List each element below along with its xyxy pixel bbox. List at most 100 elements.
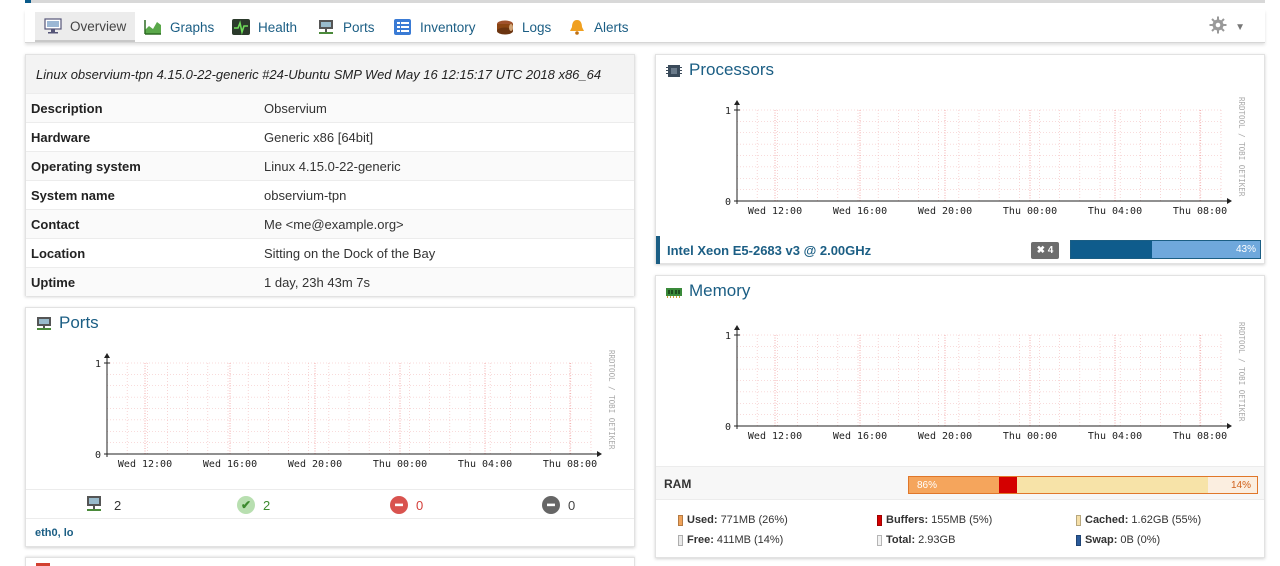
next-panel-stub [25, 557, 635, 566]
ports-up-count: 2 [263, 497, 271, 513]
x-tick-label: Thu 08:00 [1173, 206, 1227, 217]
y-tick-label: 1 [95, 359, 101, 370]
y-tick-label: 1 [725, 106, 731, 117]
legend-key: Swap: [1085, 534, 1118, 546]
legend-key: Cached: [1085, 514, 1129, 526]
axis-arrow [597, 451, 602, 457]
axis-arrow [734, 325, 740, 330]
ports-graph-svg: 1 0 Wed 12:00 Wed 16:00 Wed 20:00 Thu 00:00 Th… [95, 350, 616, 470]
overview-row: System name observium-tpn [26, 180, 634, 209]
y-tick-label: 0 [725, 197, 731, 208]
ports-up[interactable]: ✔ 2 [237, 496, 270, 514]
memory-graph[interactable]: 1 0 Wed 12:00 Wed 16:00 Wed 20:00 Thu 00:00 Th… [691, 320, 1251, 455]
settings-menu[interactable]: ▼ [1209, 16, 1245, 39]
ports-traffic-graph[interactable]: 1 0 Wed 12:00 Wed 16:00 Wed 20:00 Thu 00:00 Th… [61, 348, 621, 483]
x-tick-label: Wed 16:00 [833, 431, 887, 442]
ports-panel: Ports 1 0 Wed 12:00 Wed 16:00 Wed 20:00 Thu 0… [25, 307, 635, 547]
device-navbar: Overview Graphs Health Ports Inventory L… [25, 10, 1265, 43]
tab-ports[interactable]: Ports [308, 12, 384, 42]
processor-usage-label: 43% [1235, 244, 1256, 255]
disabled-circle-icon: ━ [542, 496, 560, 514]
legend-swatch [1076, 514, 1081, 526]
tab-alerts[interactable]: Alerts [559, 12, 638, 42]
processor-usage-bar: 43% [1070, 240, 1261, 259]
ports-list-link[interactable]: eth0, lo [35, 527, 74, 539]
ram-segment-cached [1016, 477, 1209, 493]
ports-down-count: 0 [416, 497, 424, 513]
legend-key: Buffers: [886, 514, 929, 526]
x-tick-label: Thu 00:00 [373, 459, 427, 470]
legend-swatch [678, 534, 683, 546]
processor-row[interactable]: Intel Xeon E5-2683 v3 @ 2.00GHz ✖ 4 43% [656, 236, 1264, 264]
x-tick-label: Wed 12:00 [118, 459, 172, 470]
overview-row: Hardware Generic x86 [64bit] [26, 122, 634, 151]
processors-title[interactable]: Processors [656, 55, 1264, 85]
top-divider [25, 0, 1265, 3]
memory-legend-item: Used: 771MB (26%) [678, 514, 788, 526]
pulse-icon [232, 19, 250, 35]
tab-logs[interactable]: Logs [487, 12, 560, 42]
legend-value: 0B (0%) [1120, 534, 1161, 546]
x-tick-label: Thu 04:00 [1088, 206, 1142, 217]
bell-icon [568, 19, 586, 35]
list-icon [394, 19, 412, 35]
legend-swatch [1076, 534, 1081, 546]
ports-total[interactable]: 2 [86, 496, 121, 515]
overview-row-key: Description [31, 100, 103, 116]
tab-inventory[interactable]: Inventory [385, 12, 485, 42]
overview-row-value: Sitting on the Dock of the Bay [264, 245, 436, 261]
ports-total-count: 2 [114, 498, 122, 513]
x-tick-label: Wed 20:00 [918, 206, 972, 217]
ram-row[interactable]: RAM 86% 14% [656, 466, 1264, 500]
ports-title[interactable]: Ports [26, 308, 634, 338]
legend-swatch [678, 514, 683, 526]
overview-row: Location Sitting on the Dock of the Bay [26, 238, 634, 267]
overview-row-key: Uptime [31, 274, 76, 290]
tab-overview[interactable]: Overview [35, 12, 136, 42]
x-tick-label: Wed 16:00 [203, 459, 257, 470]
legend-swatch [877, 514, 882, 526]
legend-value: 2.93GB [918, 534, 956, 546]
overview-row-value: Observium [264, 100, 327, 116]
overview-row-key: System name [31, 187, 115, 203]
legend-key: Total: [886, 534, 916, 546]
tab-graphs[interactable]: Graphs [135, 12, 223, 42]
y-tick-label: 0 [725, 422, 731, 433]
x-tick-label: Thu 04:00 [458, 459, 512, 470]
tab-graphs-label: Graphs [170, 19, 215, 35]
tab-logs-label: Logs [522, 19, 552, 35]
overview-row-key: Location [31, 245, 86, 261]
axis-arrow [1227, 423, 1232, 429]
processor-name: Intel Xeon E5-2683 v3 @ 2.00GHz [667, 242, 872, 258]
overview-row-key: Contact [31, 216, 80, 232]
x-tick-label: Thu 00:00 [1003, 431, 1057, 442]
tab-health[interactable]: Health [223, 12, 306, 42]
x-tick-label: Wed 12:00 [748, 206, 802, 217]
overview-row-value: observium-tpn [264, 187, 347, 203]
area-chart-icon [144, 19, 162, 35]
memory-legend-item: Buffers: 155MB (5%) [877, 514, 992, 526]
memory-graph-svg: 1 0 Wed 12:00 Wed 16:00 Wed 20:00 Thu 00:00 Th… [725, 322, 1246, 442]
x-tick-label: Wed 16:00 [833, 206, 887, 217]
overview-row: Contact Me <me@example.org> [26, 209, 634, 238]
rrdtool-watermark: RRDTOOL / TOBI OETIKER [1237, 322, 1246, 422]
legend-value: 771MB (26%) [720, 514, 788, 526]
overview-row-value: Linux 4.15.0-22-generic [264, 158, 401, 174]
chevron-down-icon: ▼ [1235, 22, 1245, 33]
minus-circle-icon: ━ [390, 496, 408, 514]
processors-graph[interactable]: 1 0 Wed 12:00 Wed 16:00 Wed 20:00 Thu 00:00 Th… [691, 95, 1251, 230]
ports-down[interactable]: ━ 0 [390, 496, 423, 514]
memory-legend-item: Free: 411MB (14%) [678, 534, 783, 546]
rrdtool-watermark: RRDTOOL / TOBI OETIKER [1237, 97, 1246, 197]
memory-title[interactable]: Memory [656, 276, 1264, 306]
overview-row-key: Operating system [31, 158, 141, 174]
check-icon: ✔ [237, 496, 255, 514]
ports-disabled-count: 0 [568, 497, 576, 513]
ports-disabled[interactable]: ━ 0 [542, 496, 575, 514]
legend-value: 155MB (5%) [931, 514, 993, 526]
tab-health-label: Health [258, 19, 298, 35]
memory-title-label: Memory [689, 281, 751, 300]
overview-row: Description Observium [26, 93, 634, 122]
overview-row-value: Me <me@example.org> [264, 216, 404, 232]
overview-row-key: Hardware [31, 129, 91, 145]
